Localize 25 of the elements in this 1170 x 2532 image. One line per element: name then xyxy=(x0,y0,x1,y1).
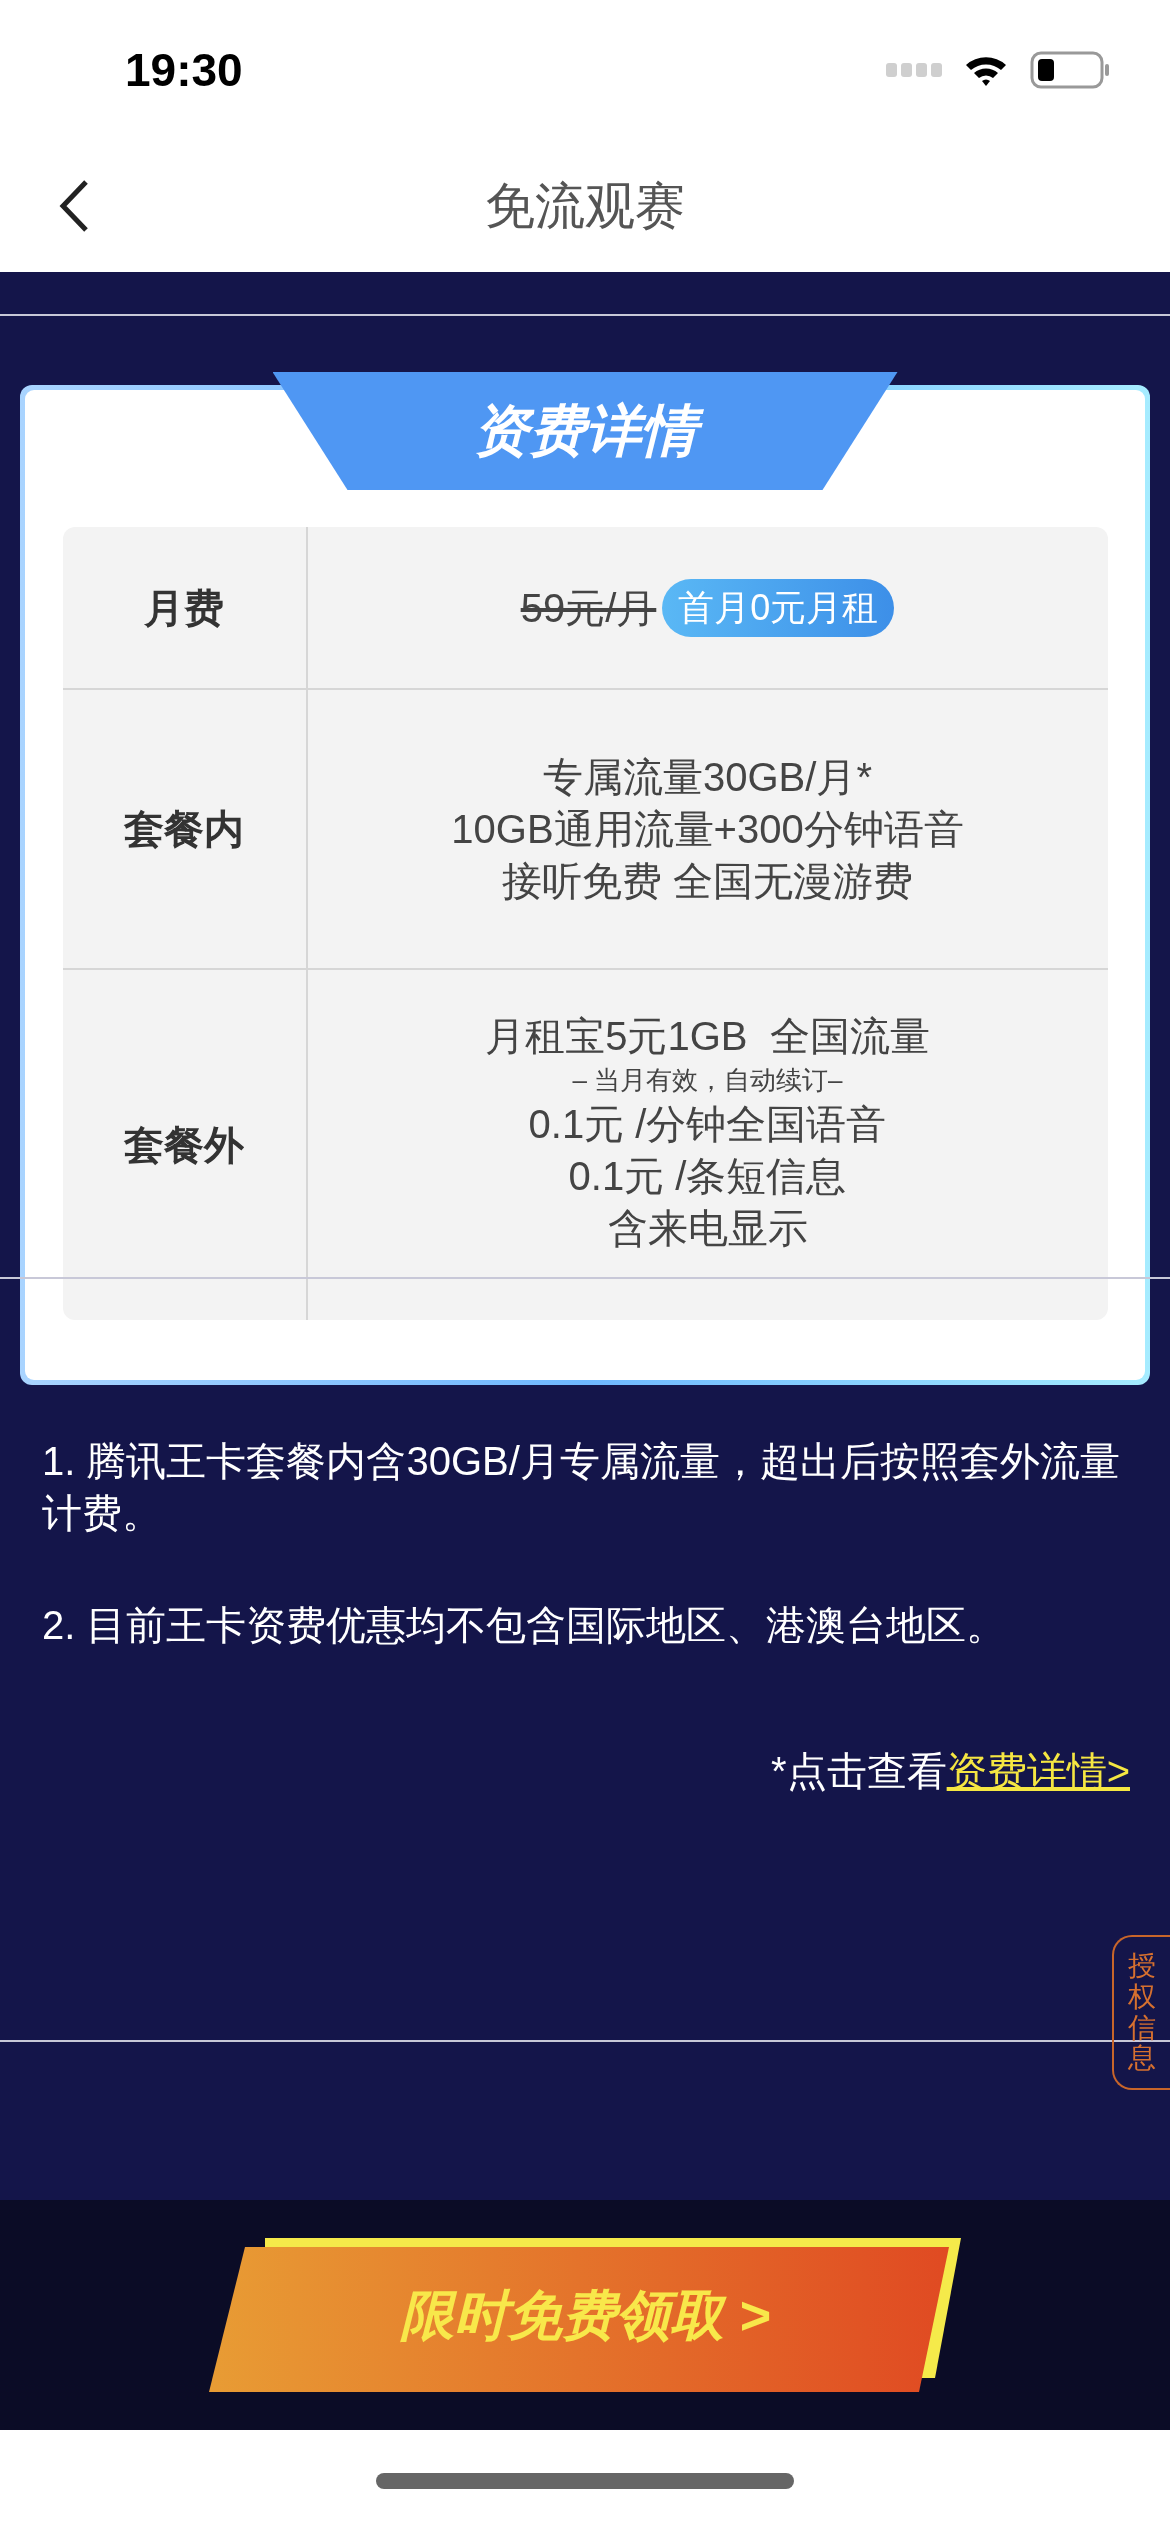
row-text: 接听免费 全国无漫游费 xyxy=(501,858,914,905)
details-link[interactable]: 资费详情> xyxy=(946,1741,1130,1801)
side-tab-label: 授权信息 xyxy=(1128,1951,1156,2075)
note-text: 1. 腾讯王卡套餐内含30GB/月专属流量，超出后按照套外流量计费。 xyxy=(42,1438,1121,1537)
row-label: 套餐内 xyxy=(124,806,244,853)
battery-icon xyxy=(1030,51,1110,89)
page-title: 免流观赛 xyxy=(485,176,685,236)
side-tab[interactable]: 授权信息 xyxy=(1112,1935,1170,2091)
back-icon[interactable] xyxy=(58,179,90,233)
note-text: 2. 目前王卡资费优惠均不包含国际地区、港澳台地区。 xyxy=(42,1602,1008,1649)
details-prefix: *点击查看 xyxy=(771,1748,947,1795)
row-label: 月费 xyxy=(144,584,224,632)
row-text: 月租宝5元1GB 全国流量 xyxy=(485,1013,930,1060)
card-title-banner: 资费详情 xyxy=(272,372,898,490)
row-text: 专属流量30GB/月* xyxy=(543,754,872,801)
row-text: 0.1元 /条短信息 xyxy=(568,1153,847,1200)
row-label: 套餐外 xyxy=(124,1122,244,1169)
signal-icon xyxy=(886,63,942,77)
row-text: 含来电显示 xyxy=(607,1205,808,1252)
promo-badge: 首月0元月租 xyxy=(662,578,895,637)
row-text: 0.1元 /分钟全国语音 xyxy=(528,1101,887,1148)
old-price: 59元/月 xyxy=(520,584,657,632)
row-text: 10GB通用流量+300分钟语音 xyxy=(451,806,964,853)
row-note: – 当月有效，自动续订– xyxy=(572,1064,843,1097)
status-time: 19:30 xyxy=(125,42,243,98)
